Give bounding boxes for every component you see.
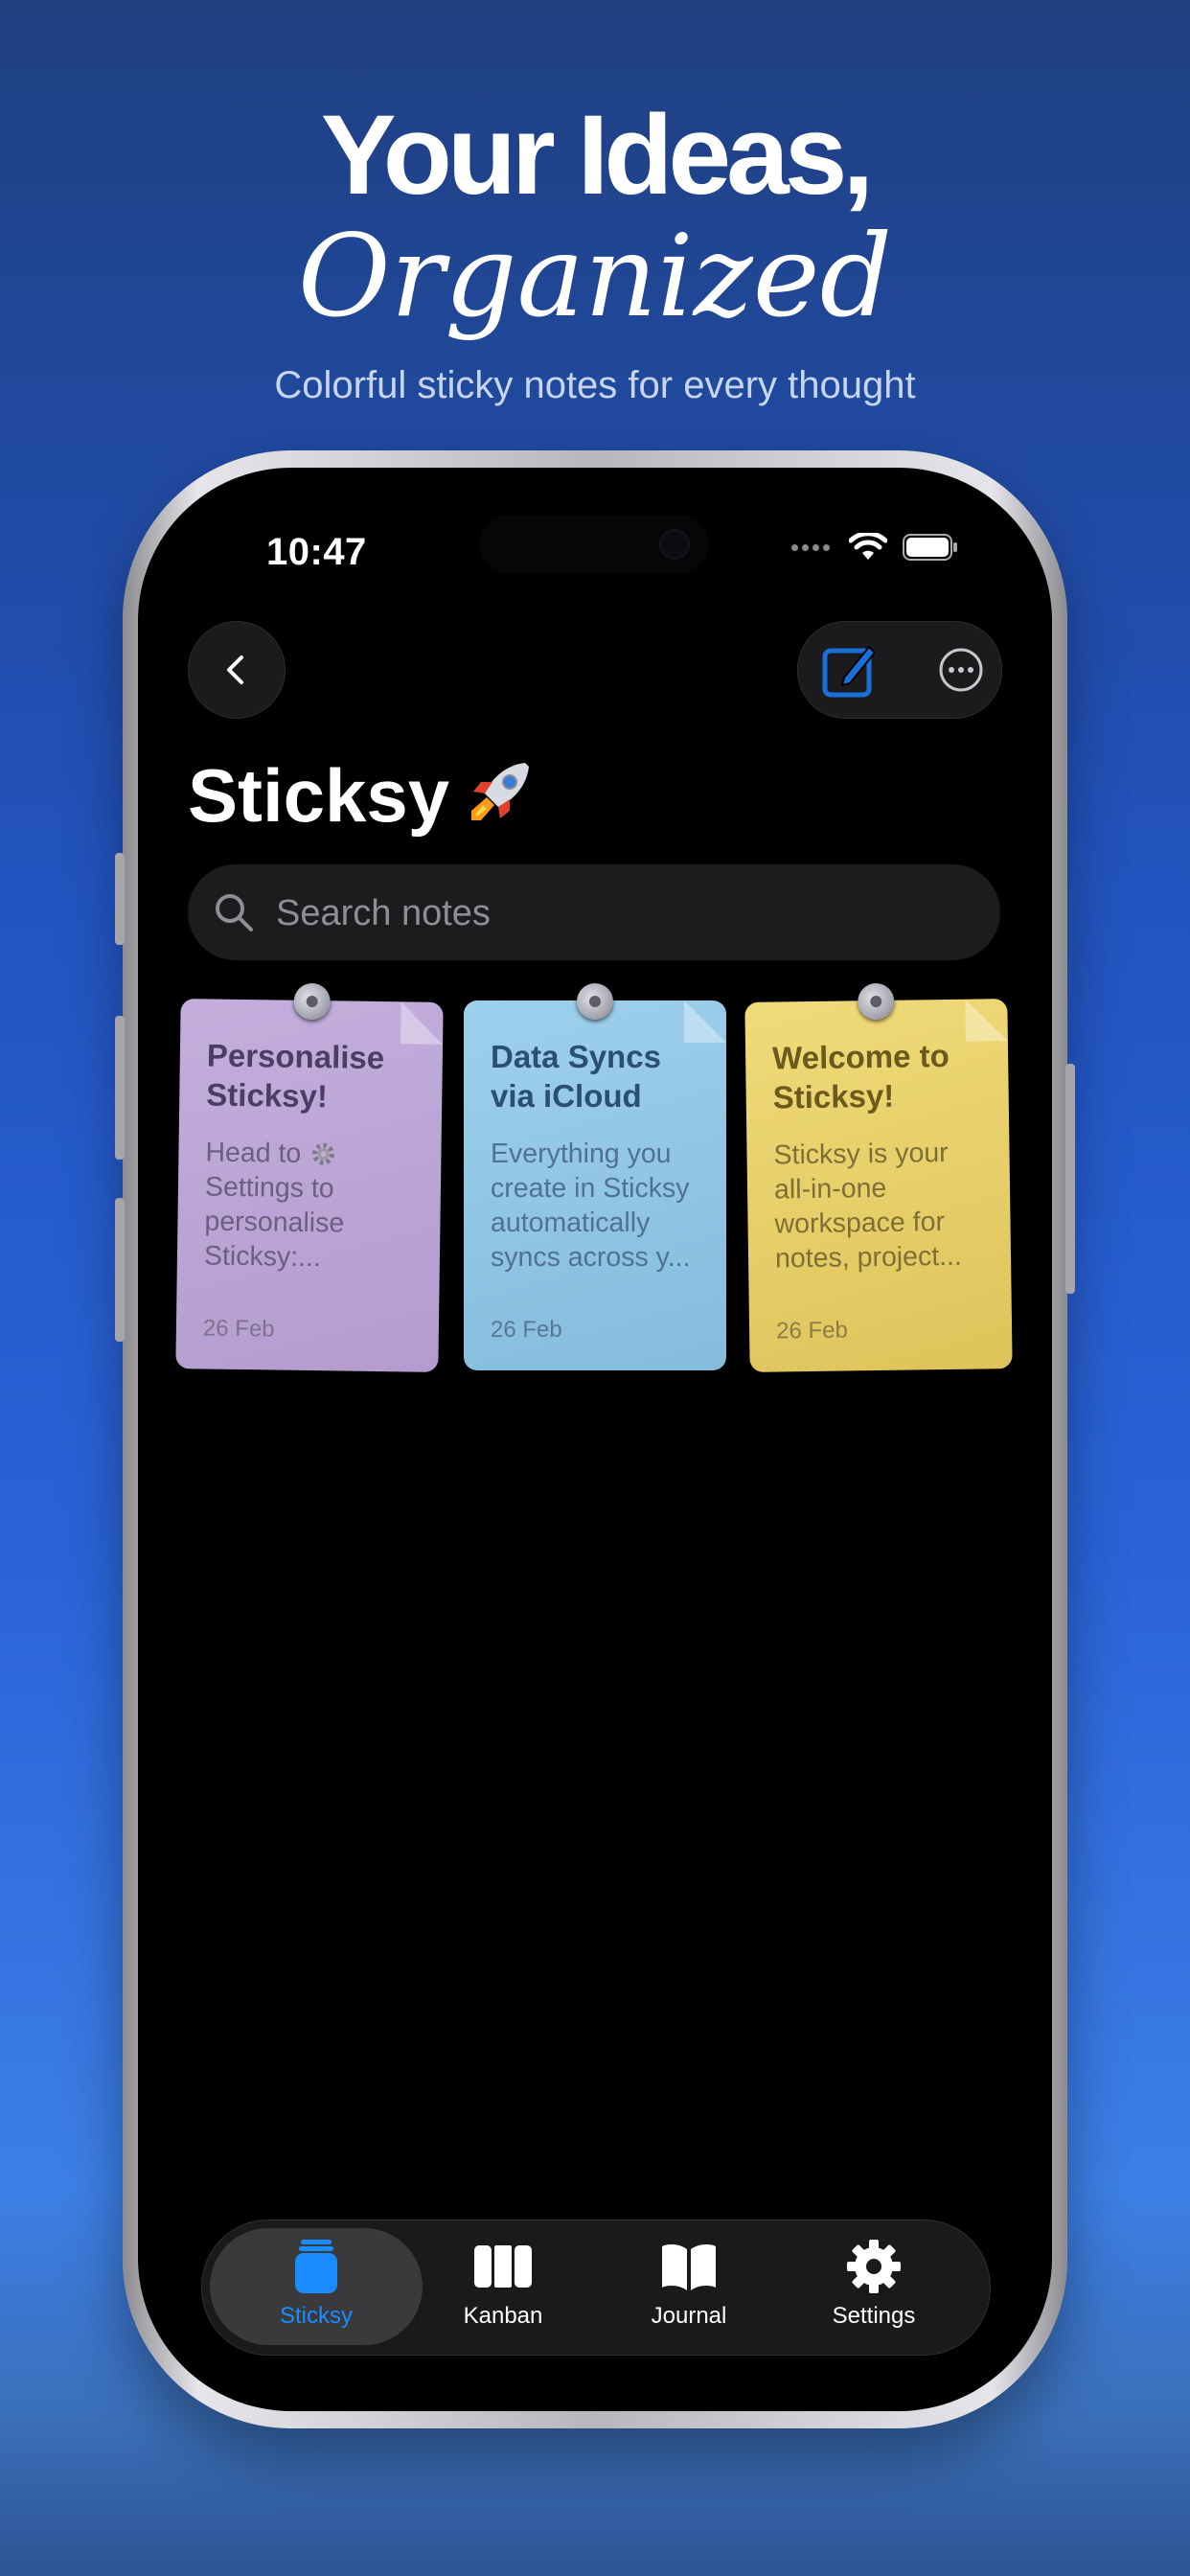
search-bar[interactable]: [188, 864, 1000, 962]
note-title: Personalise Sticksy!: [206, 1037, 385, 1115]
promo-subtitle: Colorful sticky notes for every thought: [274, 364, 916, 406]
jar-icon: [295, 2240, 337, 2293]
compose-icon[interactable]: [819, 639, 881, 701]
note-body: Everything you create in Sticksy automat…: [491, 1138, 691, 1273]
note-date: 26 Feb: [202, 1315, 275, 1343]
tab-bar: Sticksy Kanban Journal Settings: [201, 2220, 991, 2356]
tab-label: Settings: [832, 2303, 916, 2329]
headline-line-2: Organized: [297, 210, 893, 342]
wifi-icon: [849, 533, 887, 560]
pin-icon: [293, 982, 331, 1021]
note-card[interactable]: Welcome to Sticksy! Sticksy is your all-…: [744, 982, 1013, 1372]
action-button: [115, 853, 125, 945]
tab-kanban[interactable]: Kanban: [417, 2238, 589, 2343]
book-icon: [662, 2244, 716, 2290]
search-icon: [216, 894, 253, 932]
status-time: 10:47: [266, 531, 367, 573]
volume-down-button: [115, 1198, 125, 1342]
front-camera: [659, 529, 690, 560]
note-card[interactable]: Personalise Sticksy! Head to Settings to…: [175, 982, 444, 1372]
tab-label: Kanban: [463, 2303, 543, 2329]
power-button: [1065, 1064, 1075, 1294]
headline-line-1: Your Ideas,: [320, 92, 874, 218]
phone-screen: 10:47 Sticksy Search notes Personalise S…: [138, 468, 1052, 2411]
tab-sticksy[interactable]: Sticksy: [230, 2238, 402, 2343]
note-body-text: Settings to personalise Sticksy:...: [203, 1171, 345, 1274]
back-button[interactable]: [188, 621, 286, 719]
rocket-icon: [471, 763, 529, 820]
note-date: 26 Feb: [775, 1317, 849, 1345]
note-body: Head to Settings to personalise Sticksy:…: [204, 1135, 424, 1276]
toolbar-actions: [797, 621, 1002, 719]
note-date: 26 Feb: [491, 1317, 562, 1343]
battery-icon: [903, 534, 957, 561]
note-title: Welcome to Sticksy!: [771, 1037, 950, 1116]
search-input[interactable]: [274, 864, 949, 962]
tab-journal[interactable]: Journal: [603, 2238, 775, 2343]
note-card[interactable]: Data Syncs via iCloud Everything you cre…: [464, 983, 726, 1370]
tab-label: Sticksy: [279, 2303, 353, 2329]
note-body-lead: Head to: [205, 1137, 302, 1169]
chevron-left-icon: [227, 656, 243, 684]
note-title: Data Syncs via iCloud: [491, 1039, 661, 1114]
gear-icon: [847, 2240, 901, 2293]
volume-up-button: [115, 1016, 125, 1160]
cellular-signal-icon: [791, 539, 834, 556]
columns-icon: [474, 2245, 532, 2288]
page-title: Sticksy: [188, 753, 450, 838]
pin-icon: [577, 983, 613, 1020]
status-indicators: [791, 533, 958, 562]
tab-label: Journal: [651, 2303, 727, 2329]
note-body: Sticksy is your all-in-one workspace for…: [773, 1137, 963, 1275]
pin-icon: [858, 982, 895, 1021]
tab-settings[interactable]: Settings: [788, 2238, 960, 2343]
ellipsis-circle-icon[interactable]: [938, 647, 984, 693]
dynamic-island: [479, 516, 709, 573]
gear-icon: [311, 1142, 334, 1165]
